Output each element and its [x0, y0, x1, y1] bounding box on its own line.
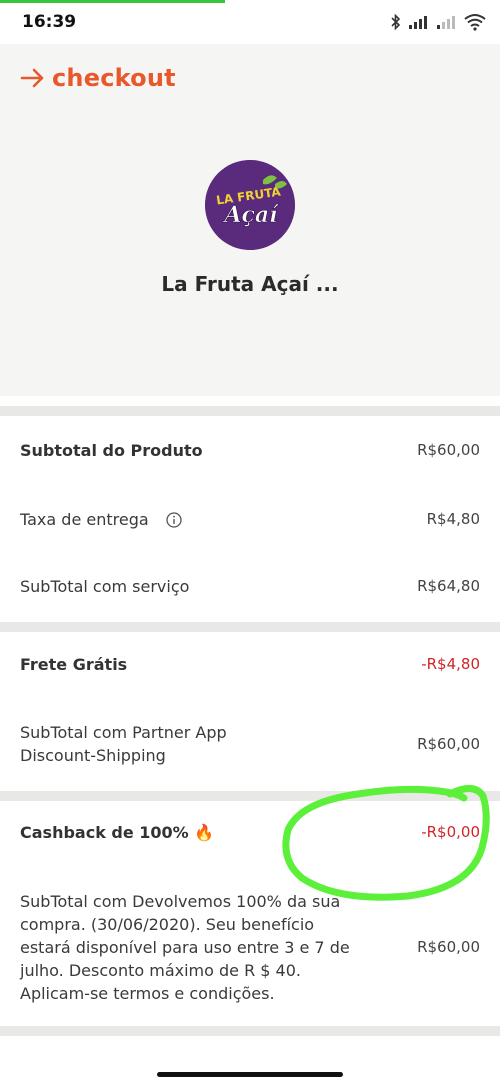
info-icon[interactable] — [166, 511, 182, 528]
checkout-header: checkout LA FRUTA Açaí La Fruta Açaí ... — [0, 44, 500, 396]
subtotal-servico-label: SubTotal com serviço — [20, 576, 190, 596]
signal-weak-icon — [437, 16, 455, 29]
signal-icon — [409, 16, 427, 29]
page-title: checkout — [52, 64, 176, 92]
section-divider — [0, 1026, 500, 1036]
status-bar: 16:39 — [0, 0, 500, 44]
taxa-entrega-row: Taxa de entrega R$4,80 — [20, 506, 480, 532]
frete-gratis-label: Frete Grátis — [20, 654, 128, 674]
subtotal-devolvemos-value: R$60,00 — [417, 938, 480, 956]
cashback-value: -R$0,00 — [421, 823, 480, 841]
store-logo: LA FRUTA Açaí — [205, 160, 295, 250]
section-divider — [0, 622, 500, 632]
bluetooth-icon — [391, 13, 401, 31]
cashback-row: Cashback de 100% 🔥 -R$0,00 — [20, 819, 480, 845]
taxa-entrega-label-group: Taxa de entrega — [20, 510, 182, 529]
frete-gratis-row: Frete Grátis -R$4,80 — [20, 651, 480, 677]
frete-gratis-value: -R$4,80 — [421, 655, 480, 673]
home-indicator[interactable] — [157, 1072, 343, 1077]
cashback-label: Cashback de 100% 🔥 — [20, 822, 215, 842]
section-divider — [0, 791, 500, 801]
checkout-title-link[interactable]: checkout — [20, 64, 176, 92]
page-load-progress — [0, 0, 225, 3]
subtotal-partner-value: R$60,00 — [417, 735, 480, 753]
subtotal-devolvemos-row: SubTotal com Devolvemos 100% da sua comp… — [20, 888, 480, 1006]
checkout-screen: 16:39 checkout LA FRUTA Açaí La Fruta Aç… — [0, 0, 500, 1085]
taxa-entrega-value: R$4,80 — [426, 510, 480, 528]
section-divider — [0, 406, 500, 416]
subtotal-produto-row: Subtotal do Produto R$60,00 — [20, 437, 480, 463]
wifi-icon — [464, 14, 486, 31]
subtotal-servico-row: SubTotal com serviço R$64,80 — [20, 573, 480, 599]
subtotal-partner-label: SubTotal com Partner App Discount-Shippi… — [20, 723, 227, 765]
subtotal-devolvemos-label: SubTotal com Devolvemos 100% da sua comp… — [20, 891, 350, 1003]
logo-text-bottom: Açaí — [222, 202, 280, 228]
taxa-entrega-label: Taxa de entrega — [20, 509, 149, 529]
subtotal-produto-value: R$60,00 — [417, 441, 480, 459]
store-name: La Fruta Açaí ... — [161, 272, 339, 296]
subtotal-partner-row: SubTotal com Partner App Discount-Shippi… — [20, 720, 480, 768]
status-icons — [390, 12, 486, 32]
subtotal-produto-label: Subtotal do Produto — [20, 440, 203, 460]
arrow-right-icon — [20, 68, 44, 88]
status-time: 16:39 — [22, 12, 77, 32]
subtotal-servico-value: R$64,80 — [417, 577, 480, 595]
